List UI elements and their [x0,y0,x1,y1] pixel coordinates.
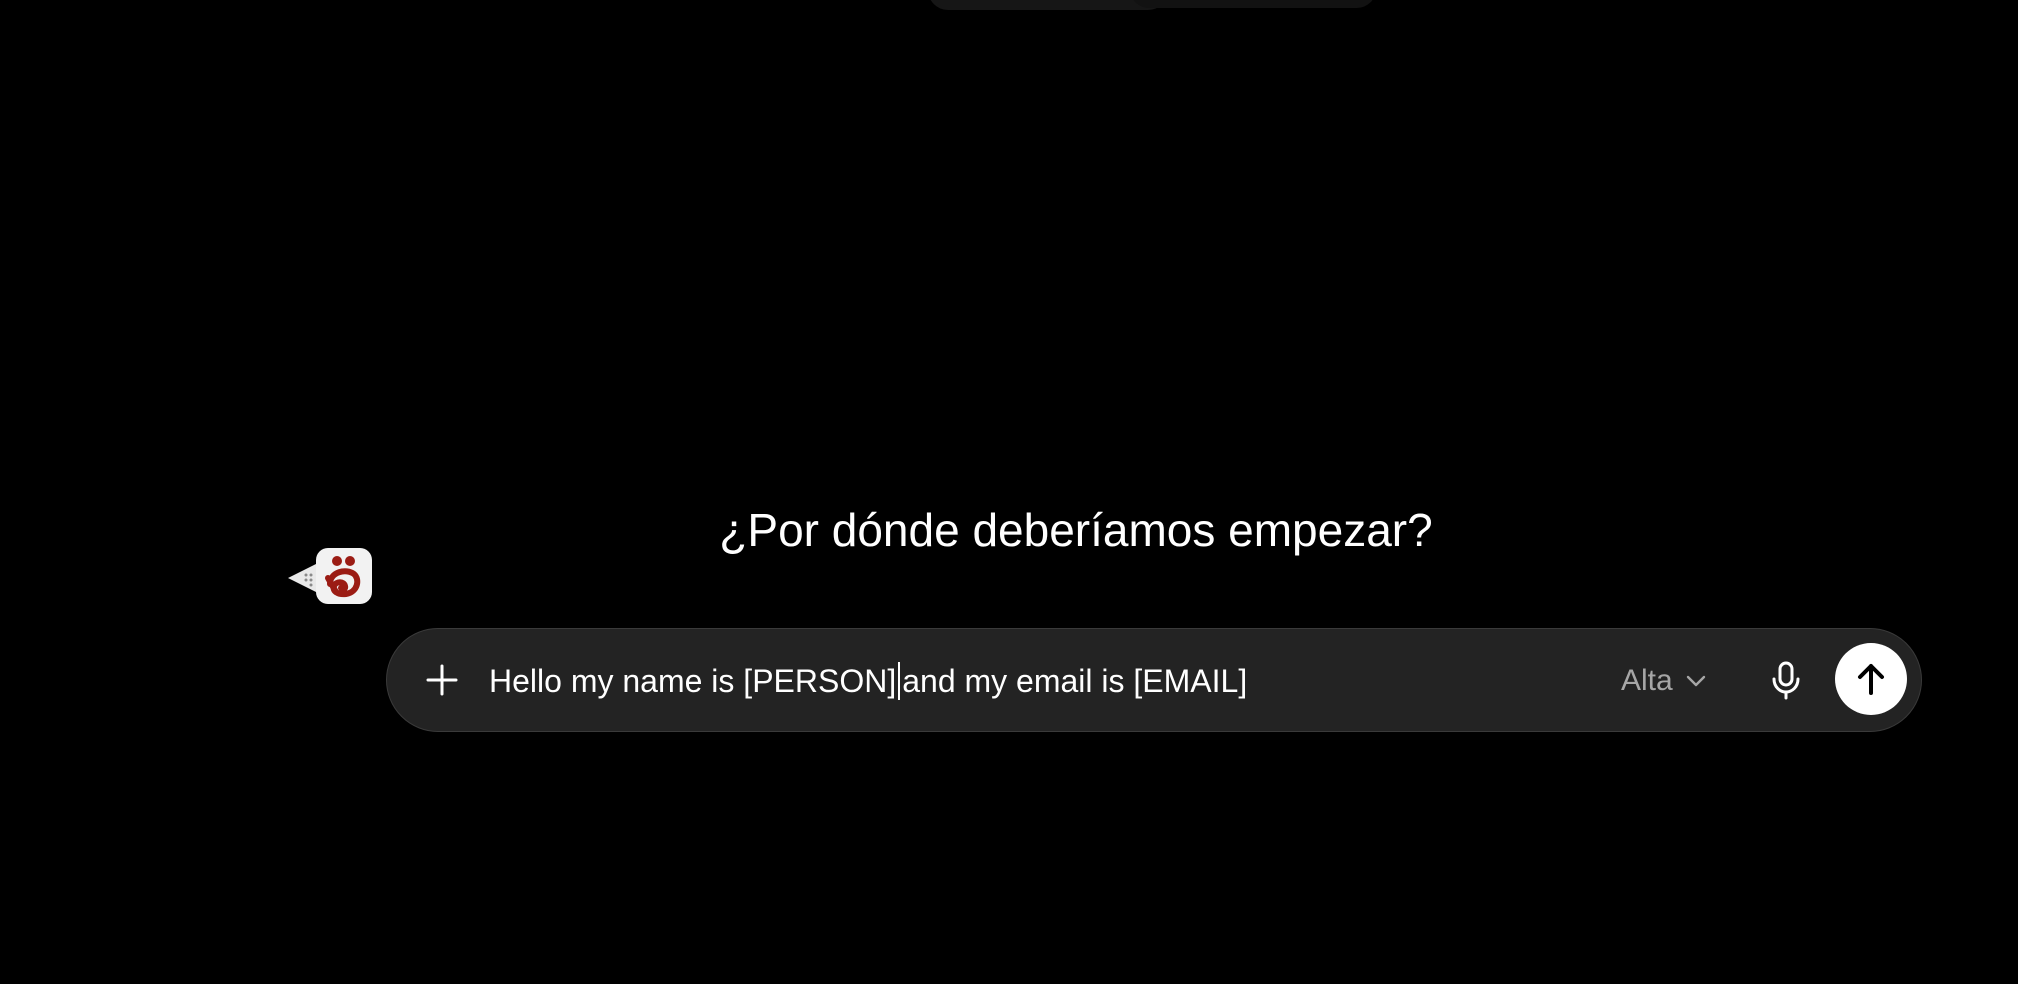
prompt-text-after-caret: and my email is [EMAIL] [902,663,1248,699]
attach-button[interactable] [417,655,467,705]
plus-icon [426,664,458,696]
model-label: Alta [1621,664,1673,697]
voice-input-button[interactable] [1761,655,1811,705]
microphone-icon [1772,661,1800,700]
prompt-input[interactable]: Hello my name is [PERSON] and my email is… [489,659,1589,703]
composer: Hello my name is [PERSON] and my email is… [386,628,1922,732]
top-pill-left[interactable] [928,0,1168,10]
arrow-up-icon [1858,664,1884,695]
model-dropdown[interactable]: Alta [1621,659,1707,703]
extension-logo-icon[interactable] [316,548,372,604]
app-page: ¿Por dónde deberíamos empezar? Hello my … [0,0,2018,984]
extension-badge[interactable] [288,548,372,606]
prompt-text-before-caret: Hello my name is [PERSON] [489,663,897,699]
chevron-down-icon [1686,675,1705,687]
top-pill-right[interactable] [1130,0,1376,8]
text-caret [898,662,901,700]
send-button[interactable] [1835,643,1907,715]
